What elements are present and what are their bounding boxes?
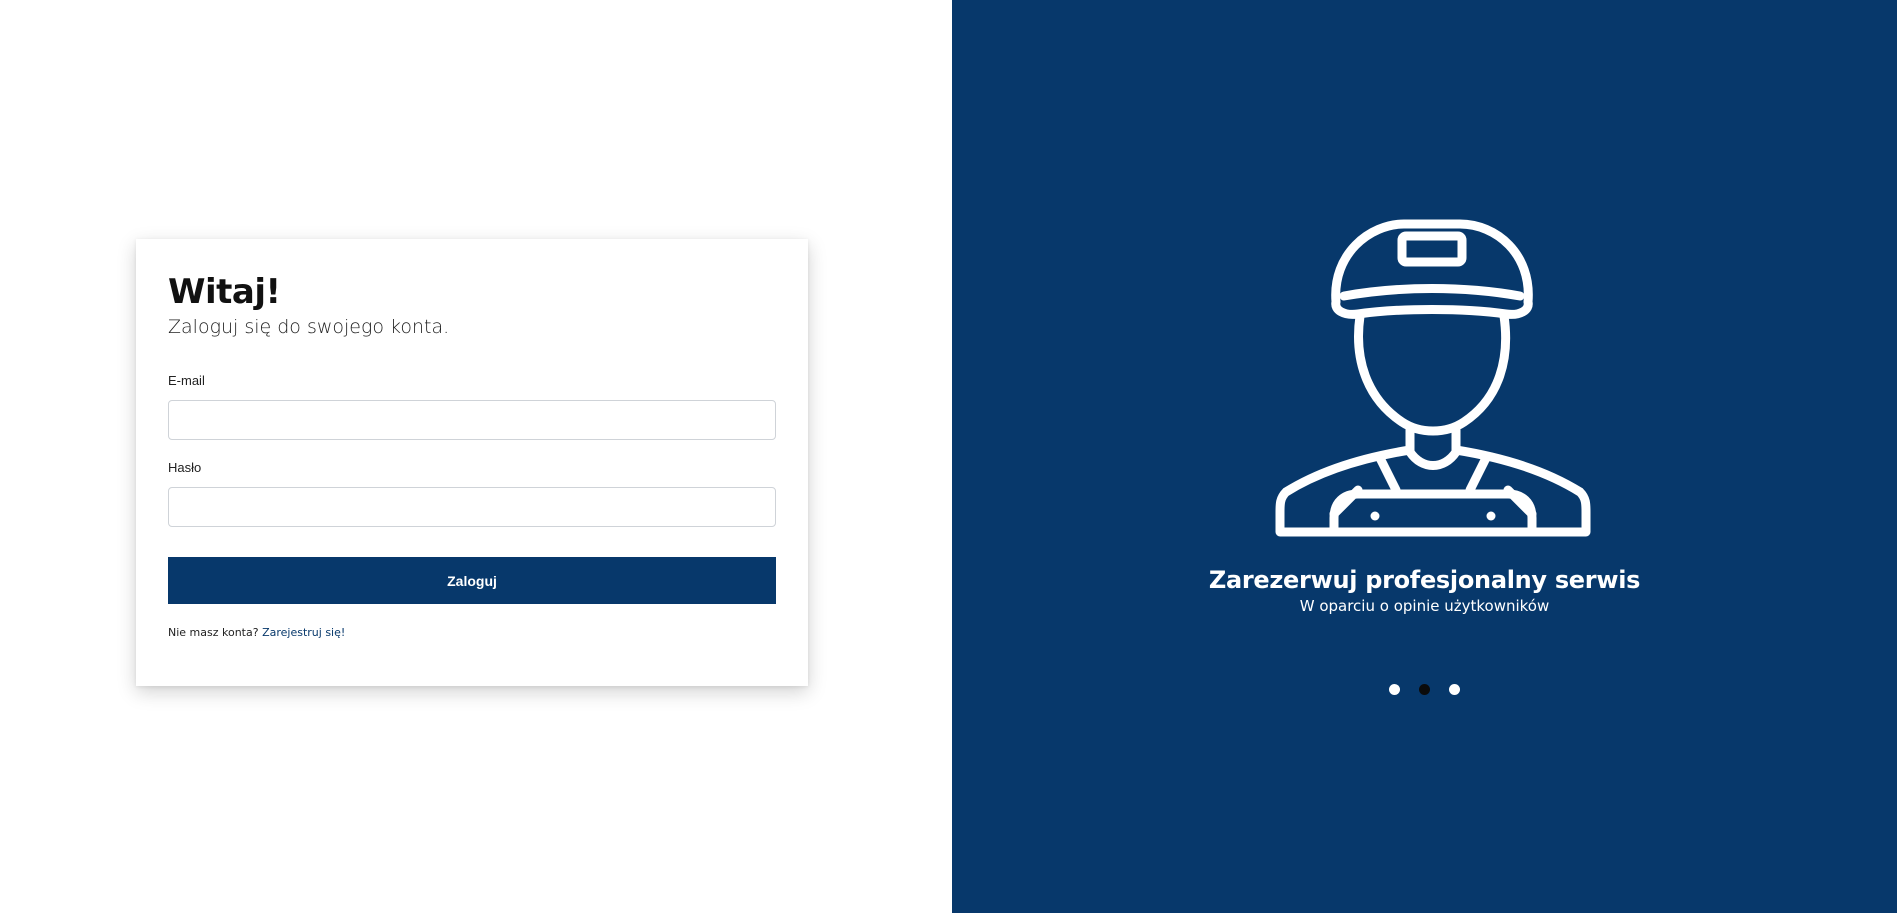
carousel-dots	[952, 684, 1897, 695]
password-field[interactable]	[168, 487, 776, 527]
login-button[interactable]: Zaloguj	[168, 557, 776, 604]
page-title: Witaj!	[168, 272, 281, 312]
page-subtitle: Zaloguj się do swojego konta.	[168, 316, 450, 338]
email-field[interactable]	[168, 400, 776, 440]
promo-title: Zarezerwuj profesjonalny serwis	[1208, 566, 1641, 594]
register-row: Nie masz konta? Zarejestruj się!	[168, 626, 776, 639]
promo-subtitle: W oparciu o opinie użytkowników	[1299, 597, 1550, 615]
register-link[interactable]: Zarejestruj się!	[262, 626, 345, 639]
login-card: Witaj! Zaloguj się do swojego konta. E-m…	[136, 239, 808, 686]
password-label: Hasło	[168, 460, 202, 475]
promo-pane: Zarezerwuj profesjonalny serwis W oparci…	[952, 0, 1897, 913]
register-prompt: Nie masz konta?	[168, 626, 259, 639]
carousel-dot-1[interactable]	[1389, 684, 1400, 695]
carousel-dot-2[interactable]	[1419, 684, 1430, 695]
mechanic-worker-icon	[1275, 219, 1591, 537]
email-label: E-mail	[168, 373, 205, 388]
carousel-dot-3[interactable]	[1449, 684, 1460, 695]
login-pane: Witaj! Zaloguj się do swojego konta. E-m…	[0, 0, 952, 913]
